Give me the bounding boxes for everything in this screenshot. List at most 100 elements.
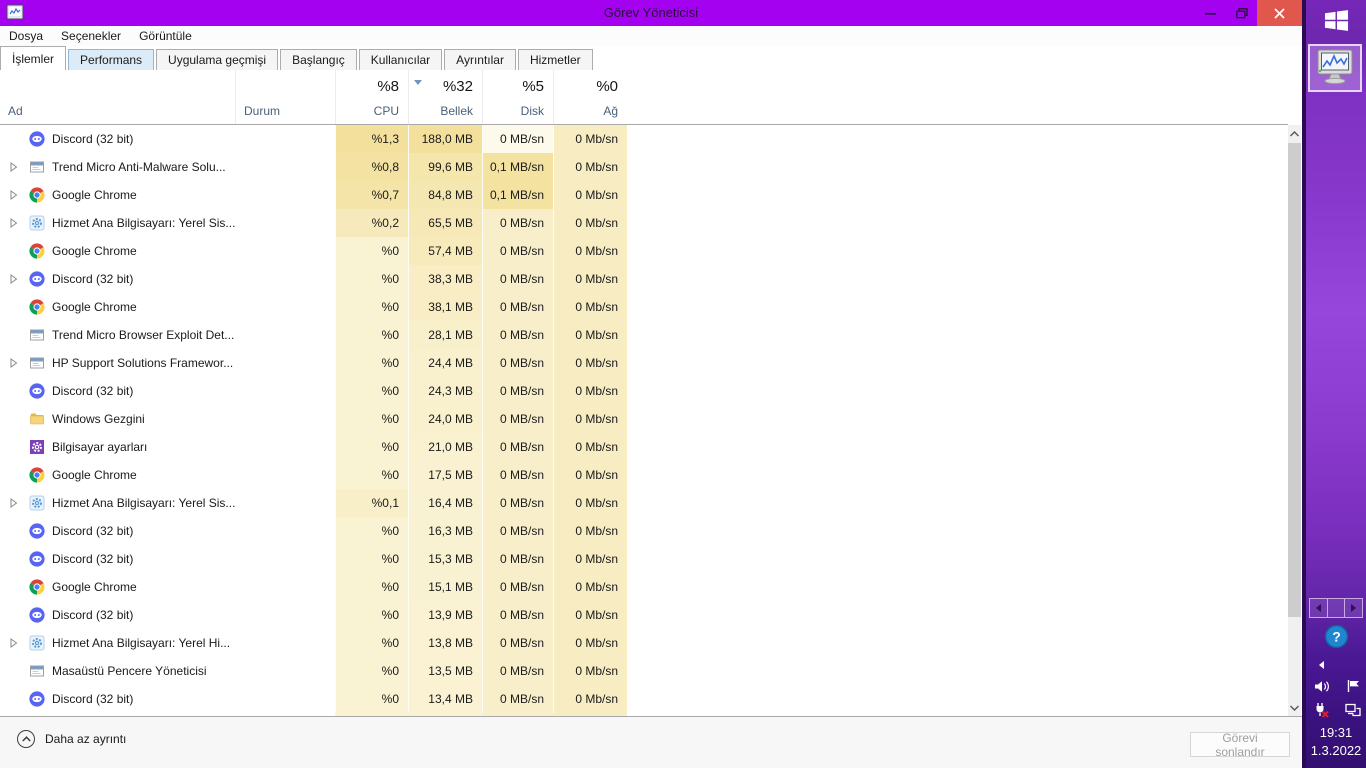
scrollbar-thumb[interactable] [1288,143,1301,617]
scroll-up-button[interactable] [1288,125,1301,142]
table-row[interactable]: Google Chrome %0 57,4 MB 0 MB/sn 0 Mb/sn [0,237,1288,265]
column-header-name[interactable]: Ad [0,70,235,124]
tab-hizmetler[interactable]: Hizmetler [517,49,593,71]
memory-cell: 21,0 MB [408,433,482,461]
tab-kullanıcılar[interactable]: Kullanıcılar [358,49,443,71]
tray-scroll-control [1309,598,1364,618]
column-header-status[interactable]: Durum [235,70,335,124]
memory-cell: 16,4 MB [408,489,482,517]
window-title: Görev Yöneticisi [603,5,699,20]
minimize-button[interactable] [1195,0,1226,26]
menu-item-2[interactable]: Görüntüle [130,26,201,46]
expand-arrow-icon[interactable] [8,162,20,172]
table-row[interactable]: Google Chrome %0 38,1 MB 0 MB/sn 0 Mb/sn [0,293,1288,321]
table-row[interactable]: Trend Micro Browser Exploit Det... %0 28,1… [0,321,1288,349]
tab-başlangıç[interactable]: Başlangıç [280,49,357,71]
process-name-cell: Discord (32 bit) [0,545,235,573]
table-row[interactable]: Windows Gezgini %0 24,0 MB 0 MB/sn 0 Mb/sn [0,405,1288,433]
scroll-down-button[interactable] [1288,699,1301,716]
show-hidden-icons-button[interactable] [1318,657,1328,669]
disk-cell: 0 MB/sn [482,489,553,517]
status-cell [235,377,335,405]
table-row[interactable]: Hizmet Ana Bilgisayarı: Yerel Sis... %0,1… [0,489,1288,517]
status-cell [235,321,335,349]
expand-arrow-icon[interactable] [8,190,20,200]
cpu-cell: %0 [335,349,408,377]
volume-icon[interactable] [1312,678,1330,694]
table-row[interactable]: Google Chrome %0,7 84,8 MB 0,1 MB/sn 0 Mb/sn [0,181,1288,209]
network-cell: 0 Mb/sn [553,545,627,573]
memory-cell: 24,3 MB [408,377,482,405]
disk-cell: 0,1 MB/sn [482,181,553,209]
table-row[interactable]: Trend Micro Anti-Malware Solu... %0,8 99,6… [0,153,1288,181]
expand-arrow-icon[interactable] [8,358,20,368]
table-row[interactable]: Discord (32 bit) %0 13,4 MB 0 MB/sn 0 Mb/sn [0,685,1288,713]
memory-cell: 13,9 MB [408,601,482,629]
column-header-net[interactable]: %0 Ağ [553,70,627,124]
expand-arrow-icon[interactable] [8,218,20,228]
table-row[interactable]: Hizmet Ana Bilgisayarı: Yerel Hi... %0 13,… [0,629,1288,657]
disk-cell: 0 MB/sn [482,685,553,713]
network-cell: 0 Mb/sn [553,265,627,293]
tab-i̇şlemler[interactable]: İşlemler [0,46,67,70]
table-row[interactable]: Masaüstü Pencere Yöneticisi %0 13,5 MB 0 MB… [0,657,1288,685]
status-cell [235,657,335,685]
table-row[interactable]: HP Support Solutions Framewor... %0 24,4 M… [0,349,1288,377]
expand-arrow-icon[interactable] [8,498,20,508]
action-center-flag-icon[interactable] [1344,678,1362,694]
cpu-cell: %0 [335,517,408,545]
table-row[interactable]: Discord (32 bit) %0 13,9 MB 0 MB/sn 0 Mb/sn [0,601,1288,629]
less-detail-toggle[interactable]: Daha az ayrıntı [17,730,126,748]
start-button[interactable] [1306,6,1366,40]
process-name-cell: Masaüstü Pencere Yöneticisi [0,657,235,685]
tray-scroll-right-button[interactable] [1345,598,1364,618]
tab-uygulama-geçmişi[interactable]: Uygulama geçmişi [156,49,279,71]
table-row[interactable]: Discord (32 bit) %0 38,3 MB 0 MB/sn 0 Mb/sn [0,265,1288,293]
table-row[interactable]: Google Chrome %0 17,5 MB 0 MB/sn 0 Mb/sn [0,461,1288,489]
table-row[interactable]: Discord (32 bit) %0 15,3 MB 0 MB/sn 0 Mb/sn [0,545,1288,573]
taskbar-task-manager-button[interactable] [1308,44,1362,92]
column-header-disk[interactable]: %5 Disk [482,70,553,124]
discord-icon [29,523,45,539]
help-tray-icon[interactable]: ? [1324,624,1349,649]
restore-button[interactable] [1226,0,1257,26]
disk-cell: 0 MB/sn [482,237,553,265]
disk-cell: 0 MB/sn [482,265,553,293]
expand-arrow-icon[interactable] [8,274,20,284]
titlebar[interactable]: Görev Yöneticisi [0,0,1302,26]
expand-arrow-icon[interactable] [8,638,20,648]
process-name-cell: Windows Gezgini [0,405,235,433]
table-row[interactable]: Bilgisayar ayarları %0 21,0 MB 0 MB/sn 0 Mb/… [0,433,1288,461]
network-icon[interactable] [1344,702,1362,718]
table-row[interactable]: Hizmet Ana Bilgisayarı: Yerel Sis... %0,2… [0,209,1288,237]
column-header-mem[interactable]: %32 Bellek [408,70,482,124]
tab-ayrıntılar[interactable]: Ayrıntılar [444,49,516,71]
table-row[interactable]: Discord (32 bit) %1,3 188,0 MB 0 MB/sn 0 Mb/… [0,125,1288,153]
process-name-cell: HP Support Solutions Framewor... [0,349,235,377]
tray-scroll-left-button[interactable] [1309,598,1328,618]
disk-cell: 0 MB/sn [482,433,553,461]
table-row[interactable]: Discord (32 bit) %0 16,3 MB 0 MB/sn 0 Mb/sn [0,517,1288,545]
network-cell: 0 Mb/sn [553,489,627,517]
table-row[interactable]: Discord (32 bit) %0 24,3 MB 0 MB/sn 0 Mb/sn [0,377,1288,405]
taskbar-clock[interactable]: 19:31 1.3.2022 [1306,724,1366,760]
power-disconnected-icon[interactable] [1312,702,1330,718]
network-cell: 0 Mb/sn [553,517,627,545]
end-task-button[interactable]: Görevi sonlandır [1190,731,1290,759]
service-host-icon [29,635,45,651]
table-row[interactable]: Google Chrome %0 15,1 MB 0 MB/sn 0 Mb/sn [0,573,1288,601]
discord-icon [29,383,45,399]
vertical-scrollbar[interactable] [1288,125,1301,716]
clock-time: 19:31 [1319,725,1353,740]
column-header-cpu[interactable]: %8 CPU [335,70,408,124]
tab-performans[interactable]: Performans [68,49,155,71]
menu-item-0[interactable]: Dosya [0,26,52,46]
process-name-cell: Discord (32 bit) [0,377,235,405]
cpu-cell: %0,8 [335,153,408,181]
cpu-cell: %0,2 [335,209,408,237]
status-cell [235,349,335,377]
menu-item-1[interactable]: Seçenekler [52,26,130,46]
windows-logo-icon [1323,8,1350,38]
tray-scroll-track[interactable] [1327,598,1346,618]
close-button[interactable] [1257,0,1302,26]
